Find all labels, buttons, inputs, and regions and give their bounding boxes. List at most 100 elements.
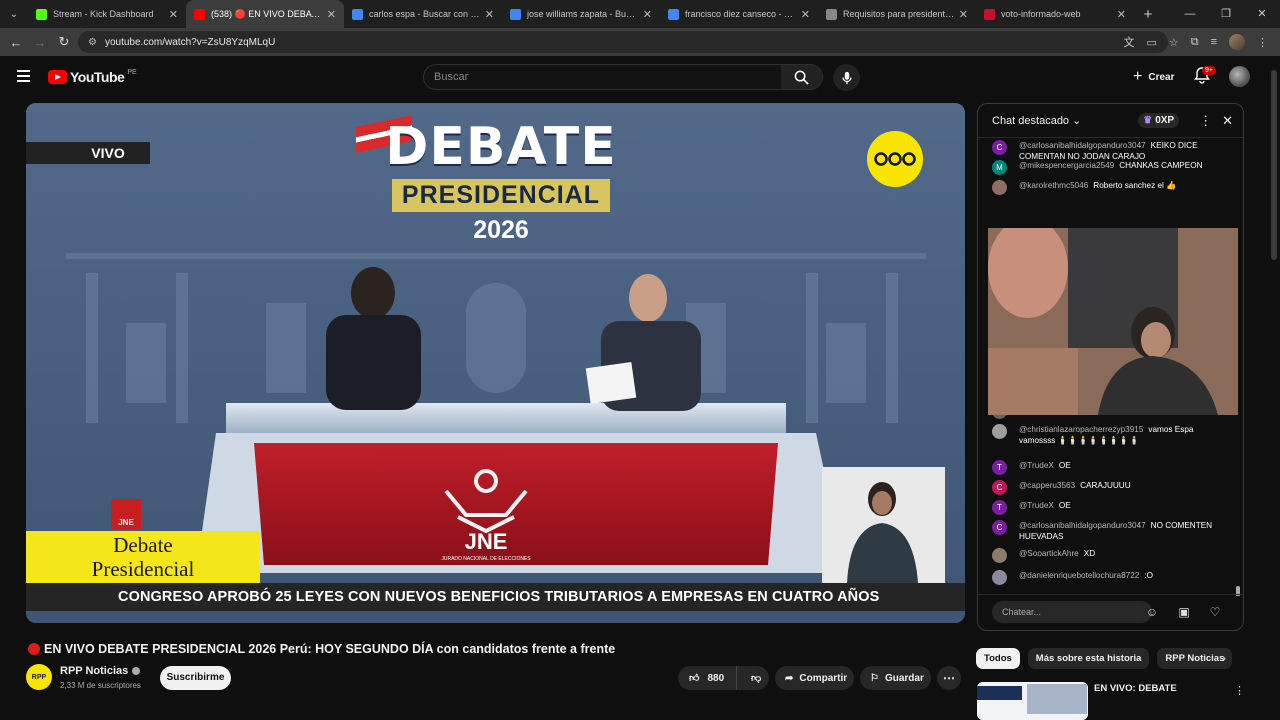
chat-text: :O bbox=[1144, 571, 1153, 580]
browser-tab[interactable]: Requisitos para presidente Perú ✕ bbox=[818, 0, 976, 28]
like-button[interactable]: 👍︎ 880 bbox=[678, 666, 738, 690]
emoji-icon[interactable]: ☺ bbox=[1143, 603, 1161, 621]
chat-user-avatar[interactable]: C bbox=[992, 520, 1007, 535]
chat-username[interactable]: @carlosanibalhidalgopanduro3047 bbox=[1019, 141, 1146, 150]
notification-badge: 9+ bbox=[1202, 66, 1216, 75]
chat-user-avatar[interactable]: T bbox=[992, 500, 1007, 515]
browser-tab[interactable]: jose williams zapata - Buscar co ✕ bbox=[502, 0, 660, 28]
browser-tab[interactable]: Stream - Kick Dashboard ✕ bbox=[28, 0, 186, 28]
browser-tab[interactable]: voto-informado-web ✕ bbox=[976, 0, 1134, 28]
search-input[interactable]: Buscar bbox=[423, 64, 782, 90]
back-icon[interactable]: ← bbox=[4, 35, 28, 50]
menu-icon[interactable] bbox=[17, 70, 30, 82]
chat-user-avatar[interactable] bbox=[992, 424, 1007, 439]
user-avatar[interactable] bbox=[1229, 66, 1250, 87]
chat-mode-dropdown[interactable]: Chat destacado ⌄ bbox=[992, 114, 1138, 127]
bookmark-star-icon[interactable]: ☆ bbox=[1169, 36, 1179, 49]
chat-username[interactable]: @TrudeX bbox=[1019, 461, 1054, 470]
new-tab-button[interactable]: + bbox=[1134, 6, 1162, 23]
heart-icon[interactable]: ♡ bbox=[1206, 603, 1224, 621]
channel-avatar[interactable]: RPP bbox=[26, 664, 52, 690]
chat-user-avatar[interactable]: C bbox=[992, 140, 1007, 155]
cast-icon[interactable]: ▭ bbox=[1146, 36, 1156, 49]
share-label: Compartir bbox=[799, 672, 848, 684]
tab-close-icon[interactable]: ✕ bbox=[959, 8, 968, 21]
dislike-button[interactable]: 👎︎ bbox=[743, 672, 769, 684]
browser-profile-avatar[interactable] bbox=[1229, 34, 1245, 50]
window-controls: — ❐ ✕ bbox=[1172, 0, 1280, 28]
chat-username[interactable]: @christianlazaropacherrezyp3915 bbox=[1019, 425, 1143, 434]
chat-messages[interactable]: @danielenriquebotellochura8722 :O @Sooarti… bbox=[978, 138, 1243, 596]
chat-user-avatar[interactable] bbox=[992, 180, 1007, 195]
chat-username[interactable]: @mikespencergarcia2549 bbox=[1019, 161, 1114, 170]
browser-tab[interactable]: francisco diez canseco - Buscar ✕ bbox=[660, 0, 818, 28]
browser-tab[interactable]: (538) 🔴 EN VIVO DEBATE P ✕ bbox=[186, 0, 344, 28]
reload-icon[interactable]: ↻ bbox=[52, 34, 76, 50]
tab-close-icon[interactable]: ✕ bbox=[801, 8, 810, 21]
chat-user-avatar[interactable]: C bbox=[992, 480, 1007, 495]
chat-user-avatar[interactable]: T bbox=[992, 460, 1007, 475]
browser-tab-strip: ⌄ Stream - Kick Dashboard ✕ (538) 🔴 EN VIV… bbox=[0, 0, 1280, 28]
filter-chip[interactable]: Más sobre esta historia bbox=[1027, 648, 1150, 669]
chat-message-content: @mikespencergarcia2549 CHANKAS CAMPEON bbox=[1019, 160, 1203, 175]
voice-search-button[interactable] bbox=[833, 64, 860, 91]
chat-username[interactable]: @SooartickAhre bbox=[1019, 549, 1079, 558]
channel-name[interactable]: RPP Noticias bbox=[60, 665, 141, 677]
forward-icon[interactable]: → bbox=[28, 35, 52, 50]
chat-text: CARAJUUUU bbox=[1080, 481, 1131, 490]
search-button[interactable] bbox=[781, 64, 823, 90]
browser-menu-icon[interactable]: ⋮ bbox=[1257, 36, 1268, 49]
subscribe-button[interactable]: Suscribirme bbox=[160, 666, 231, 690]
tab-favicon-icon bbox=[352, 8, 363, 20]
youtube-header: YouTube PE Buscar + Crear 9+ bbox=[0, 56, 1280, 98]
tab-close-icon[interactable]: ✕ bbox=[643, 8, 652, 21]
tab-close-icon[interactable]: ✕ bbox=[485, 8, 494, 21]
related-more-icon[interactable]: ⋮ bbox=[1234, 684, 1245, 697]
filter-chip[interactable]: Todos bbox=[976, 648, 1020, 669]
sign-language-interpreter bbox=[822, 467, 945, 583]
lower-third-line-2: Presidencial bbox=[91, 557, 195, 581]
chat-input[interactable]: Chatear... bbox=[992, 601, 1152, 623]
restore-icon[interactable]: ❐ bbox=[1208, 0, 1244, 28]
chat-user-avatar[interactable] bbox=[992, 570, 1007, 585]
related-video-title[interactable]: EN VIVO: DEBATE bbox=[1094, 683, 1177, 694]
streamer-webcam-overlay bbox=[988, 228, 1238, 415]
extensions-icon[interactable]: ⧉ bbox=[1191, 36, 1199, 49]
browser-tab[interactable]: carlos espa - Buscar con Google ✕ bbox=[344, 0, 502, 28]
translate-icon[interactable]: 文 bbox=[1123, 34, 1134, 50]
chevron-right-icon[interactable]: › bbox=[1222, 651, 1226, 665]
page-scrollbar[interactable] bbox=[1271, 70, 1277, 260]
chat-more-icon[interactable]: ⋮ bbox=[1199, 113, 1212, 129]
chat-user-avatar[interactable] bbox=[992, 548, 1007, 563]
close-window-icon[interactable]: ✕ bbox=[1244, 0, 1280, 28]
chat-user-avatar[interactable]: M bbox=[992, 160, 1007, 175]
create-button[interactable]: + Crear bbox=[1123, 65, 1184, 89]
chat-username[interactable]: @TrudeX bbox=[1019, 501, 1054, 510]
chat-username[interactable]: @karolrethmc5046 bbox=[1019, 181, 1088, 190]
youtube-logo[interactable]: YouTube PE bbox=[48, 69, 137, 85]
url-field[interactable]: ⚙ youtube.com/watch?v=ZsU8YzqMLqU bbox=[78, 31, 1168, 53]
minimize-icon[interactable]: — bbox=[1172, 0, 1208, 28]
chat-username[interactable]: @danielenriquebotellochura8722 bbox=[1019, 571, 1139, 580]
tab-close-icon[interactable]: ✕ bbox=[169, 8, 178, 21]
tab-search-icon[interactable]: ⌄ bbox=[0, 0, 28, 28]
close-chat-icon[interactable]: ✕ bbox=[1222, 113, 1233, 129]
chat-username[interactable]: @carlosanibalhidalgopanduro3047 bbox=[1019, 521, 1146, 530]
site-info-icon[interactable]: ⚙ bbox=[88, 37, 97, 48]
crown-icon: ♛ bbox=[1143, 115, 1153, 126]
tab-close-icon[interactable]: ✕ bbox=[327, 8, 336, 21]
more-actions-button[interactable]: ⋯ bbox=[937, 666, 961, 690]
reading-list-icon[interactable]: ≡ bbox=[1211, 36, 1217, 48]
video-player[interactable]: JNE JURADO NACIONAL DE ELECCIONES DEBATE… bbox=[26, 103, 965, 623]
save-button[interactable]: ⚐ Guardar bbox=[860, 666, 931, 690]
chat-text: CHANKAS CAMPEON bbox=[1119, 161, 1203, 170]
chat-username[interactable]: @capperu3563 bbox=[1019, 481, 1075, 490]
chat-message: @SooartickAhre XD bbox=[992, 548, 1224, 563]
super-chat-icon[interactable]: ▣ bbox=[1175, 603, 1193, 621]
tab-close-icon[interactable]: ✕ bbox=[1117, 8, 1126, 21]
chat-title: Chat destacado bbox=[992, 115, 1070, 127]
xp-badge[interactable]: ♛ 0XP bbox=[1138, 113, 1180, 128]
tab-title: jose williams zapata - Buscar co bbox=[527, 9, 639, 19]
related-video-thumbnail[interactable] bbox=[977, 682, 1088, 720]
share-button[interactable]: ➦ Compartir bbox=[775, 666, 854, 690]
